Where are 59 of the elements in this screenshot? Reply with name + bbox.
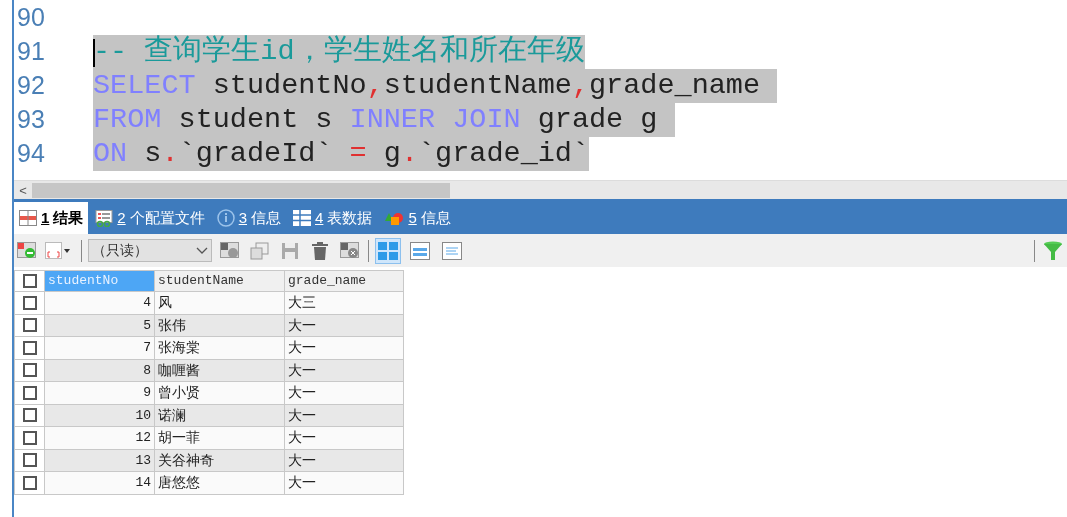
- checkbox[interactable]: [22, 385, 37, 400]
- table-cell: 大一: [284, 471, 404, 494]
- table-cell: 大一: [284, 359, 404, 382]
- checkbox[interactable]: [22, 475, 37, 490]
- table-cell: 大三: [284, 291, 404, 314]
- checkbox[interactable]: [22, 340, 37, 355]
- table-cell: 9: [44, 381, 155, 404]
- list-icon: [95, 209, 114, 227]
- table-cell: 大一: [284, 426, 404, 449]
- table-cell: 大一: [284, 314, 404, 337]
- shapes-icon: [384, 210, 405, 226]
- table-cell: 12: [44, 426, 155, 449]
- table-cell: 14: [44, 471, 155, 494]
- table-cell: 大一: [284, 381, 404, 404]
- table-cell: 10: [44, 404, 155, 427]
- line-number: 93: [16, 104, 46, 136]
- column-header[interactable]: studentName: [154, 270, 285, 292]
- table-cell: 张伟: [154, 314, 285, 337]
- result-tab[interactable]: 1 结果: [14, 202, 89, 234]
- result-tab[interactable]: 4 表数据: [288, 202, 378, 234]
- table-cell: 胡一菲: [154, 426, 285, 449]
- mode-dropdown[interactable]: （只读）: [88, 239, 212, 262]
- table-cell: 诺澜: [154, 404, 285, 427]
- line-number: 91: [16, 36, 46, 68]
- grid-view-icon[interactable]: [375, 237, 401, 264]
- column-header[interactable]: grade_name: [284, 270, 404, 292]
- table-cell: 5: [44, 314, 155, 337]
- info-icon: [216, 209, 235, 227]
- result-tab[interactable]: 3 信息: [211, 202, 287, 234]
- table-icon: [293, 210, 312, 226]
- line-number: 92: [16, 70, 46, 102]
- checkbox[interactable]: [22, 318, 37, 333]
- table-cell: 曾小贤: [154, 381, 285, 404]
- table-cell: 大一: [284, 336, 404, 359]
- table-cell: 大一: [284, 449, 404, 472]
- checkbox[interactable]: [22, 453, 37, 468]
- table-cell: 8: [44, 359, 155, 382]
- table-cell: 张海棠: [154, 336, 285, 359]
- scroll-left-arrow[interactable]: <: [14, 181, 32, 199]
- chevron-down-icon: [196, 246, 208, 255]
- line-number: 90: [16, 2, 46, 34]
- table-cell: 7: [44, 336, 155, 359]
- result-tab[interactable]: 2 个配置文件: [90, 202, 210, 234]
- line-number: 94: [16, 138, 46, 170]
- select-all-checkbox[interactable]: [22, 273, 37, 288]
- checkbox[interactable]: [22, 408, 37, 423]
- checkbox[interactable]: [22, 363, 37, 378]
- checkbox[interactable]: [22, 295, 37, 310]
- horizontal-scrollbar-thumb[interactable]: [32, 183, 450, 198]
- grid-icon: [19, 210, 37, 226]
- table-cell: 大一: [284, 404, 404, 427]
- table-cell: 13: [44, 449, 155, 472]
- table-cell: 4: [44, 291, 155, 314]
- result-tab[interactable]: 5 信息: [379, 202, 456, 234]
- table-cell: 咖喱酱: [154, 359, 285, 382]
- table-cell: 唐悠悠: [154, 471, 285, 494]
- checkbox[interactable]: [22, 430, 37, 445]
- table-cell: 关谷神奇: [154, 449, 285, 472]
- table-cell: 风: [154, 291, 285, 314]
